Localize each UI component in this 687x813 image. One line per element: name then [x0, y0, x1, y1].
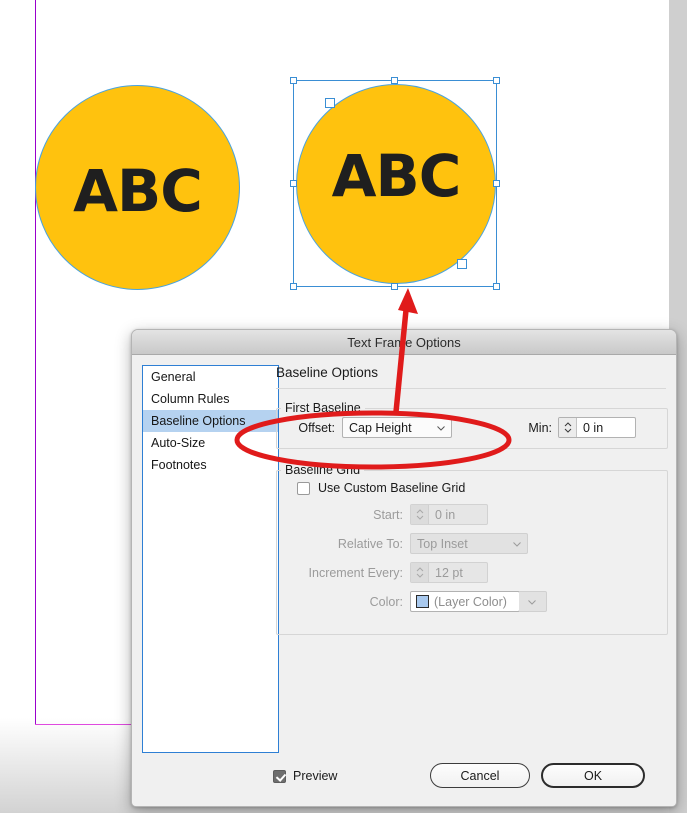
panel-item-general[interactable]: General [143, 366, 278, 388]
panel-item-column-rules[interactable]: Column Rules [143, 388, 278, 410]
section-heading: Baseline Options [276, 365, 379, 380]
dialog-body: General Column Rules Baseline Options Au… [132, 355, 676, 806]
dialog-titlebar[interactable]: Text Frame Options [132, 330, 676, 355]
color-select-dropdown-button[interactable] [519, 591, 547, 612]
ok-button[interactable]: OK [541, 763, 645, 788]
chevron-down-icon [437, 425, 445, 431]
selection-bounding-box[interactable] [290, 77, 500, 290]
panel-item-baseline-options[interactable]: Baseline Options [143, 410, 278, 432]
panel-item-auto-size[interactable]: Auto-Size [143, 432, 278, 454]
panel-item-label: Auto-Size [151, 436, 206, 450]
resize-handle-top-center[interactable] [391, 77, 398, 84]
resize-handle-middle-left[interactable] [290, 179, 297, 187]
resize-handle-bottom-right[interactable] [493, 283, 500, 290]
relative-to-label: Relative To: [337, 536, 403, 551]
stepper-arrows-icon[interactable] [411, 505, 429, 524]
stepper-arrows-icon[interactable] [411, 563, 429, 582]
panel-item-footnotes[interactable]: Footnotes [143, 454, 278, 476]
panel-item-label: Baseline Options [151, 414, 246, 428]
start-value[interactable]: 0 in [429, 505, 461, 524]
text-frame-options-dialog[interactable]: Text Frame Options General Column Rules … [131, 329, 677, 807]
offset-value: Cap Height [349, 420, 412, 435]
resize-handle-bottom-left[interactable] [290, 283, 297, 290]
panel-item-label: Column Rules [151, 392, 230, 406]
use-custom-baseline-grid-checkbox[interactable] [297, 481, 310, 495]
preview-checkbox[interactable] [273, 769, 286, 783]
cancel-button-label: Cancel [460, 768, 500, 783]
increment-every-label: Increment Every: [308, 565, 403, 580]
panel-item-label: Footnotes [151, 458, 207, 472]
panel-category-list[interactable]: General Column Rules Baseline Options Au… [142, 365, 279, 753]
chevron-down-icon [513, 541, 521, 547]
chevron-down-icon [528, 600, 536, 605]
start-stepper[interactable]: 0 in [410, 504, 488, 525]
preview-control[interactable]: Preview [273, 769, 337, 783]
first-baseline-legend: First Baseline [285, 401, 361, 415]
min-stepper[interactable]: 0 in [558, 417, 636, 438]
baseline-grid-group: Baseline Grid Use Custom Baseline Grid S… [276, 463, 668, 635]
color-swatch-icon [416, 595, 429, 608]
first-baseline-group: First Baseline Offset: Cap Height Min: 0… [276, 401, 668, 449]
offset-select[interactable]: Cap Height [342, 417, 452, 438]
section-divider [276, 388, 666, 389]
dialog-content-pane: Baseline Options First Baseline Offset: … [276, 365, 668, 635]
margin-guide-vertical [35, 0, 36, 725]
color-select[interactable]: (Layer Color) [410, 591, 520, 612]
resize-handle-top-right[interactable] [493, 77, 500, 84]
circle-shape-unselected[interactable]: ABC [35, 85, 240, 290]
color-value: (Layer Color) [434, 594, 507, 609]
dialog-title: Text Frame Options [347, 334, 461, 350]
min-value[interactable]: 0 in [577, 418, 609, 437]
panel-item-label: General [151, 370, 196, 384]
increment-every-value[interactable]: 12 pt [429, 563, 469, 582]
ok-button-label: OK [583, 768, 603, 783]
color-label: Color: [369, 594, 403, 609]
relative-to-value: Top Inset [417, 536, 468, 551]
resize-handle-top-left[interactable] [290, 77, 297, 84]
min-label: Min: [528, 420, 552, 435]
start-label: Start: [373, 507, 403, 522]
increment-every-stepper[interactable]: 12 pt [410, 562, 488, 583]
text-frame-in-port-icon[interactable] [325, 98, 335, 108]
circle-left-label: ABC [73, 156, 203, 225]
preview-label: Preview [293, 769, 338, 783]
offset-label: Offset: [298, 420, 335, 435]
stepper-arrows-icon[interactable] [559, 418, 577, 437]
resize-handle-middle-right[interactable] [493, 179, 500, 187]
baseline-grid-legend: Baseline Grid [285, 463, 361, 477]
text-frame-out-port-icon[interactable] [457, 259, 467, 269]
dialog-footer: Preview Cancel OK [132, 755, 676, 806]
relative-to-select[interactable]: Top Inset [410, 533, 528, 554]
use-custom-baseline-grid-label: Use Custom Baseline Grid [318, 481, 466, 495]
cancel-button[interactable]: Cancel [430, 763, 530, 788]
resize-handle-bottom-center[interactable] [391, 283, 398, 290]
